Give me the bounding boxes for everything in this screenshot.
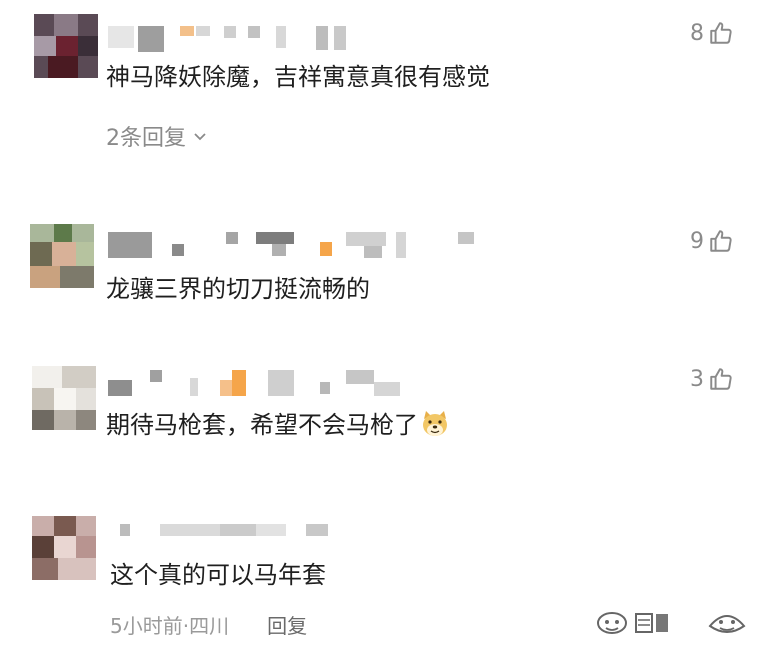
username-blurred[interactable] [108, 370, 428, 396]
like-button[interactable]: 9 [690, 228, 734, 254]
reply-button[interactable]: 回复 [267, 610, 307, 639]
like-count: 8 [690, 20, 704, 46]
comment-text-content: 期待马枪套，希望不会马枪了 [106, 411, 418, 439]
avatar[interactable] [34, 14, 98, 78]
comment-location: 四川 [189, 614, 230, 638]
like-button[interactable]: 8 [690, 20, 734, 46]
username-blurred[interactable] [108, 232, 478, 258]
avatar[interactable] [32, 366, 96, 430]
replies-label: 2条回复 [106, 126, 186, 151]
comment-text: 龙骧三界的切刀挺流畅的 [106, 275, 370, 303]
comment-text: 神马降妖除魔，吉祥寓意真很有感觉 [106, 63, 490, 91]
sticker-icon[interactable] [594, 608, 674, 638]
thumbs-up-icon [710, 230, 732, 252]
username-blurred[interactable] [108, 26, 348, 52]
doge-emoji-icon [423, 411, 447, 436]
comment-2: 龙骧三界的切刀挺流畅的 9 [0, 210, 768, 320]
comment-text: 这个真的可以马年套 [110, 561, 326, 589]
like-count: 3 [690, 366, 704, 392]
thumbs-up-icon [710, 22, 732, 44]
avatar[interactable] [30, 224, 94, 288]
comment-time-location: 5小时前·四川 [110, 614, 230, 638]
comment-text: 期待马枪套，希望不会马枪了 [106, 408, 450, 442]
comment-meta: 5小时前·四川 回复 [110, 610, 307, 639]
chevron-down-icon [194, 133, 206, 141]
avatar[interactable] [32, 516, 96, 580]
like-count: 9 [690, 228, 704, 254]
comment-time: 5小时前 [110, 614, 183, 638]
sticker-icon[interactable] [706, 608, 748, 638]
like-button[interactable]: 3 [690, 366, 734, 392]
comment-1: 神马降妖除魔，吉祥寓意真很有感觉 8 2条回复 [0, 0, 768, 170]
comment-4: 这个真的可以马年套 5小时前·四川 回复 [0, 500, 768, 652]
comment-3: 期待马枪套，希望不会马枪了 3 [0, 352, 768, 462]
view-replies-button[interactable]: 2条回复 [106, 120, 208, 152]
username-blurred[interactable] [110, 524, 340, 550]
thumbs-up-icon [710, 368, 732, 390]
